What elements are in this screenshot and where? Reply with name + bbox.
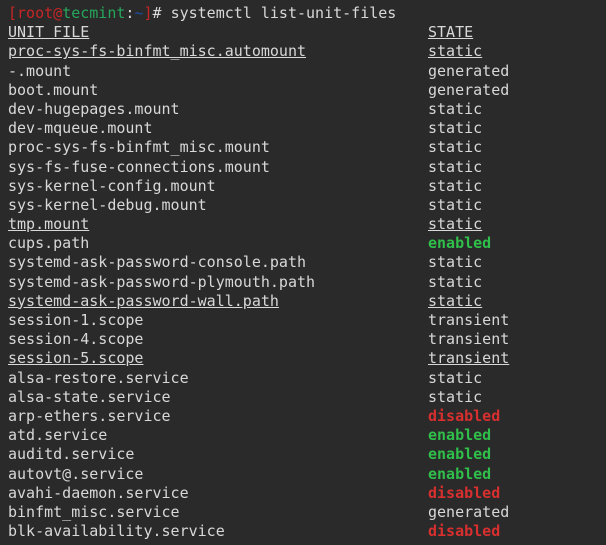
header-state: STATE	[428, 23, 473, 42]
unit-state: disabled	[428, 407, 500, 426]
unit-file-name: proc-sys-fs-binfmt_misc.automount	[8, 42, 428, 61]
unit-row: session-1.scopetransient	[8, 311, 598, 330]
unit-state: static	[428, 119, 482, 138]
unit-row: -.mountgenerated	[8, 62, 598, 81]
unit-row: session-5.scopetransient	[8, 349, 598, 368]
unit-row: sys-fs-fuse-connections.mountstatic	[8, 158, 598, 177]
unit-state: enabled	[428, 426, 491, 445]
unit-file-name: alsa-state.service	[8, 388, 428, 407]
unit-file-name: session-5.scope	[8, 349, 428, 368]
unit-state: transient	[428, 311, 509, 330]
prompt-close-bracket: ]	[143, 4, 152, 22]
unit-state: static	[428, 253, 482, 272]
command-text: systemctl list-unit-files	[171, 4, 397, 22]
unit-state: transient	[428, 349, 509, 368]
unit-state: static	[428, 292, 482, 311]
unit-state: static	[428, 100, 482, 119]
unit-file-name: systemd-ask-password-console.path	[8, 253, 428, 272]
unit-state: static	[428, 369, 482, 388]
unit-state: static	[428, 177, 482, 196]
unit-row: sys-kernel-config.mountstatic	[8, 177, 598, 196]
prompt-at: @	[53, 4, 62, 22]
unit-state: static	[428, 158, 482, 177]
unit-file-name: tmp.mount	[8, 215, 428, 234]
unit-row: auditd.serviceenabled	[8, 445, 598, 464]
unit-row: boot.mountgenerated	[8, 81, 598, 100]
unit-row: systemd-ask-password-console.pathstatic	[8, 253, 598, 272]
unit-file-name: sys-kernel-config.mount	[8, 177, 428, 196]
unit-state: enabled	[428, 234, 491, 253]
prompt-open-bracket: [	[8, 4, 17, 22]
unit-row: alsa-state.servicestatic	[8, 388, 598, 407]
unit-file-name: boot.mount	[8, 81, 428, 100]
unit-state: static	[428, 42, 482, 61]
unit-row: binfmt_misc.servicegenerated	[8, 503, 598, 522]
unit-file-name: avahi-daemon.service	[8, 484, 428, 503]
unit-row: tmp.mountstatic	[8, 215, 598, 234]
unit-file-name: sys-kernel-debug.mount	[8, 196, 428, 215]
unit-row: systemd-ask-password-wall.pathstatic	[8, 292, 598, 311]
prompt-hash: #	[153, 4, 162, 22]
unit-list: proc-sys-fs-binfmt_misc.automountstatic-…	[8, 42, 598, 541]
unit-state: static	[428, 273, 482, 292]
unit-state: generated	[428, 62, 509, 81]
unit-row: cups.pathenabled	[8, 234, 598, 253]
unit-file-name: alsa-restore.service	[8, 369, 428, 388]
unit-row: alsa-restore.servicestatic	[8, 369, 598, 388]
unit-row: session-4.scopetransient	[8, 330, 598, 349]
unit-state: transient	[428, 330, 509, 349]
unit-row: arp-ethers.servicedisabled	[8, 407, 598, 426]
unit-file-name: -.mount	[8, 62, 428, 81]
unit-file-name: systemd-ask-password-wall.path	[8, 292, 428, 311]
unit-state: static	[428, 138, 482, 157]
unit-file-name: dev-mqueue.mount	[8, 119, 428, 138]
unit-row: proc-sys-fs-binfmt_misc.mountstatic	[8, 138, 598, 157]
unit-file-name: systemd-ask-password-plymouth.path	[8, 273, 428, 292]
unit-file-name: cups.path	[8, 234, 428, 253]
unit-file-name: dev-hugepages.mount	[8, 100, 428, 119]
prompt-line[interactable]: [root@tecmint:~]# systemctl list-unit-fi…	[8, 4, 598, 23]
unit-file-name: autovt@.service	[8, 465, 428, 484]
unit-state: static	[428, 196, 482, 215]
prompt-host: tecmint	[62, 4, 125, 22]
header-unit-file: UNIT FILE	[8, 23, 428, 42]
unit-state: enabled	[428, 465, 491, 484]
unit-row: proc-sys-fs-binfmt_misc.automountstatic	[8, 42, 598, 61]
unit-state: enabled	[428, 445, 491, 464]
unit-row: dev-hugepages.mountstatic	[8, 100, 598, 119]
unit-state: generated	[428, 503, 509, 522]
unit-file-name: arp-ethers.service	[8, 407, 428, 426]
unit-file-name: binfmt_misc.service	[8, 503, 428, 522]
unit-state: static	[428, 388, 482, 407]
unit-file-name: sys-fs-fuse-connections.mount	[8, 158, 428, 177]
unit-state: generated	[428, 81, 509, 100]
unit-row: autovt@.serviceenabled	[8, 465, 598, 484]
unit-state: static	[428, 215, 482, 234]
unit-row: systemd-ask-password-plymouth.pathstatic	[8, 273, 598, 292]
prompt-user: root	[17, 4, 53, 22]
unit-row: dev-mqueue.mountstatic	[8, 119, 598, 138]
unit-state: disabled	[428, 484, 500, 503]
unit-file-name: atd.service	[8, 426, 428, 445]
unit-row: sys-kernel-debug.mountstatic	[8, 196, 598, 215]
unit-file-name: session-4.scope	[8, 330, 428, 349]
unit-file-name: session-1.scope	[8, 311, 428, 330]
unit-file-name: proc-sys-fs-binfmt_misc.mount	[8, 138, 428, 157]
unit-file-name: auditd.service	[8, 445, 428, 464]
unit-row: avahi-daemon.servicedisabled	[8, 484, 598, 503]
header-row: UNIT FILESTATE	[8, 23, 598, 42]
unit-row: atd.serviceenabled	[8, 426, 598, 445]
